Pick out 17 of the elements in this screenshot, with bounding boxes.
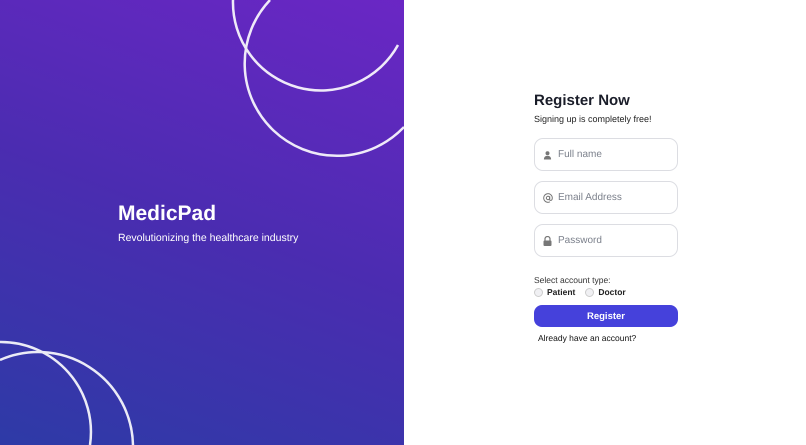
radio-label: Patient	[547, 287, 576, 297]
input-field[interactable]: Email Address	[534, 181, 678, 214]
tagline: Revolutionizing the healthcare industry	[118, 232, 300, 244]
account-type-label: Select account type:	[534, 275, 612, 285]
radio-button[interactable]	[534, 288, 543, 296]
brand-name: MedicPad	[118, 202, 218, 226]
at-sign-icon	[543, 192, 553, 202]
login-link[interactable]: Already have an account?	[538, 333, 636, 343]
input-field[interactable]: Password	[534, 224, 678, 257]
person-icon	[543, 150, 552, 159]
input-field[interactable]: Full name	[534, 138, 678, 171]
form-title: Register Now	[534, 92, 631, 109]
radio-label: Doctor	[598, 287, 626, 297]
form-subtitle: Signing up is completely free!	[534, 114, 653, 124]
register-button[interactable]: Register	[534, 305, 678, 327]
radio-button[interactable]	[585, 288, 594, 296]
lock-icon	[543, 236, 552, 246]
